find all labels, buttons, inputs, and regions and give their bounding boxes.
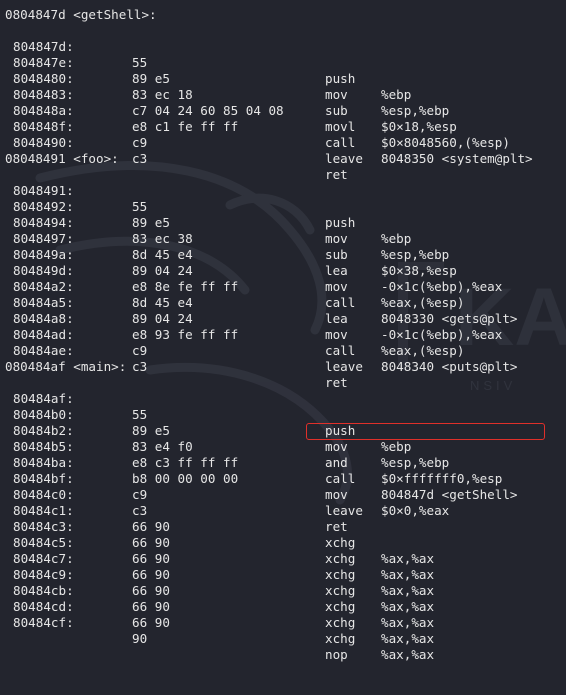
- asm-row: 804849d: e8 8e fe ff ff call 8048330 <ge…: [0, 247, 566, 326]
- asm-operands: 8048350 <system@plt>: [381, 151, 533, 166]
- asm-row: 80484a2: 8d 45 e4 lea -0×1c(%ebp),%eax: [0, 263, 566, 342]
- asm-mnemonic: xchg: [325, 615, 356, 630]
- asm-row: 80484c0: c3 ret: [0, 471, 566, 534]
- asm-mnemonic: leave: [325, 359, 363, 374]
- asm-row: 8048490: c3 ret: [0, 119, 566, 182]
- asm-row: 80484c9: 66 90 xchg %ax,%ax: [0, 551, 566, 630]
- asm-row: 80484cf: 90 nop: [0, 599, 566, 662]
- asm-row: 80484c7: 66 90 xchg %ax,%ax: [0, 535, 566, 614]
- asm-row: 8048497: 8d 45 e4 lea -0×1c(%ebp),%eax: [0, 215, 566, 294]
- asm-mnemonic: call: [325, 135, 356, 150]
- asm-row: 804848a: e8 c1 fe ff ff call 8048350 <sy…: [0, 87, 566, 166]
- asm-bytes: c3: [132, 359, 148, 374]
- asm-row: 80484bf: c9 leave: [0, 455, 566, 518]
- asm-row: 80484ae: c3 ret: [0, 327, 566, 390]
- asm-row: 80484c5: 66 90 xchg %ax,%ax: [0, 519, 566, 598]
- asm-bytes: c3: [132, 151, 148, 166]
- asm-operands: $0×8048560,(%esp): [381, 135, 510, 150]
- asm-row: 804847e: 89 e5 mov %esp,%ebp: [0, 39, 566, 118]
- asm-address: 8048490:: [13, 135, 74, 150]
- asm-row: 80484cd: 66 90 xchg %ax,%ax: [0, 583, 566, 662]
- function-header: 080484af <main>:: [5, 359, 127, 374]
- asm-address: 80484cf:: [13, 615, 74, 630]
- asm-operands: %eax,(%esp): [381, 343, 465, 358]
- asm-operands: %ax,%ax: [381, 615, 435, 630]
- asm-row: 80484a5: 89 04 24 mov %eax,(%esp): [0, 279, 566, 358]
- asm-row: 8048483: c7 04 24 60 85 04 08 movl $0×80…: [0, 71, 566, 150]
- function-header: 08048491 <foo>:: [5, 151, 119, 166]
- asm-mnemonic: xchg: [325, 631, 356, 646]
- asm-operands: 8048340 <puts@plt>: [381, 359, 518, 374]
- asm-row: 80484ad: c9 leave: [0, 311, 566, 374]
- asm-mnemonic: nop: [325, 647, 348, 662]
- asm-row: 80484b2: 83 e4 f0 and $0×fffffff0,%esp: [0, 407, 566, 486]
- asm-row: 8048480: 83 ec 18 sub $0×18,%esp: [0, 55, 566, 134]
- asm-row: 80484c1: 66 90 xchg %ax,%ax: [0, 487, 566, 566]
- asm-bytes: c9: [132, 135, 148, 150]
- asm-row: 80484ba: b8 00 00 00 00 mov $0×0,%eax: [0, 439, 566, 518]
- asm-bytes: 90: [132, 631, 148, 646]
- asm-bytes: 66 90: [132, 615, 170, 630]
- asm-operands: %ax,%ax: [381, 647, 435, 662]
- function-header: 0804847d <getShell>:: [5, 7, 157, 22]
- terminal-window[interactable]: KA NSIV 0804847d <getShell>: 804847d: 55…: [0, 0, 566, 662]
- asm-row: 804849a: 89 04 24 mov %eax,(%esp): [0, 231, 566, 310]
- asm-row: 804848f: c9 leave: [0, 103, 566, 166]
- asm-bytes: c9: [132, 343, 148, 358]
- asm-row: 80484c3: 66 90 xchg %ax,%ax: [0, 503, 566, 582]
- asm-row: 8048494: 83 ec 38 sub $0×38,%esp: [0, 199, 566, 278]
- asm-row: 80484af: 55 push %ebp: [0, 375, 566, 454]
- asm-mnemonic: leave: [325, 151, 363, 166]
- asm-address: 80484ae:: [13, 343, 74, 358]
- asm-row: 80484b0: 89 e5 mov %esp,%ebp: [0, 391, 566, 470]
- asm-row: 804847d: 55 push %ebp: [0, 23, 566, 102]
- call-getshell-highlight: [306, 423, 545, 440]
- asm-operands: %ax,%ax: [381, 631, 435, 646]
- asm-row: 8048491: 55 push %ebp: [0, 167, 566, 246]
- asm-mnemonic: call: [325, 343, 356, 358]
- asm-row: 8048492: 89 e5 mov %esp,%ebp: [0, 183, 566, 262]
- asm-row: 80484a8: e8 93 fe ff ff call 8048340 <pu…: [0, 295, 566, 374]
- asm-row: 80484cb: 66 90 xchg %ax,%ax: [0, 567, 566, 646]
